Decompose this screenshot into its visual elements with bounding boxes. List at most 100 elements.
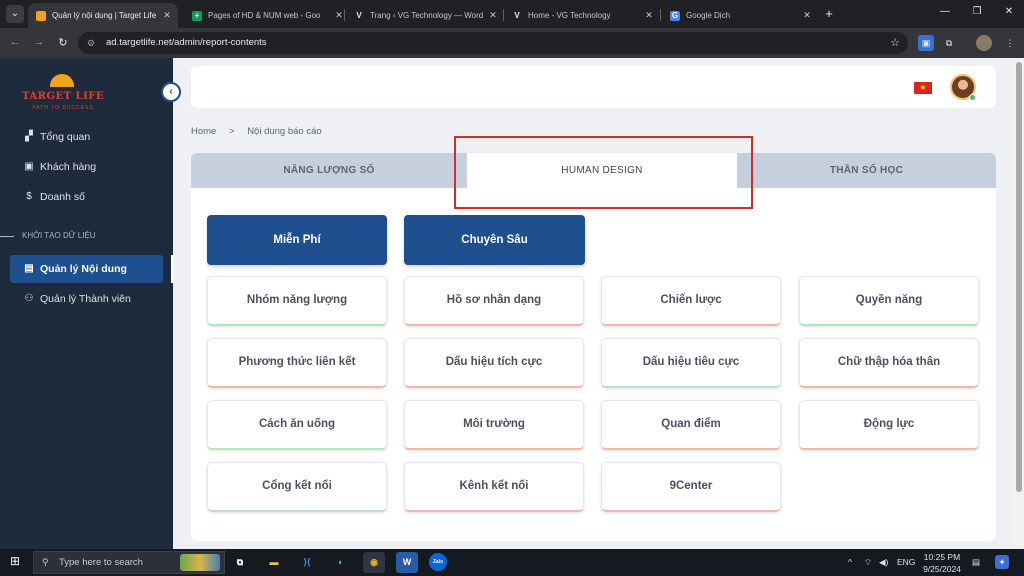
extension-translate-icon[interactable]: ▣ — [918, 35, 934, 51]
target-life-logo[interactable]: TARGET LIFE PATH TO SUCCESS — [20, 72, 106, 116]
task-view-icon[interactable]: ⧉ — [229, 552, 251, 573]
scrollbar-thumb[interactable] — [1016, 62, 1022, 492]
extensions-puzzle-icon[interactable]: ⧉ — [941, 35, 957, 51]
minimize-icon[interactable]: — — [938, 6, 952, 17]
clock-time: 10:25 PM — [923, 552, 961, 562]
target-life-icon — [36, 10, 46, 21]
forward-arrow-icon[interactable]: → — [32, 36, 46, 48]
file-explorer-icon[interactable]: ▬ — [263, 552, 285, 573]
sidebar-item-label: Tổng quan — [40, 131, 91, 143]
sidebar-collapse-chevron-icon[interactable]: ‹ — [161, 82, 181, 102]
sidebar-item-khach-hang[interactable]: ▣ Khách hàng — [10, 153, 163, 181]
volume-icon[interactable]: ◀) — [879, 557, 888, 568]
breadcrumb: Home > Nội dung báo cáo — [191, 126, 332, 137]
tab-title: Google Dịch — [686, 11, 731, 20]
browser-toolbar: ← → ↻ ⚙ ad.targetlife.net/admin/report-c… — [0, 28, 1024, 58]
taskbar-search-box[interactable]: ⚲ Type here to search — [33, 551, 225, 574]
tab-nang-luong-so[interactable]: NĂNG LƯỢNG SỐ — [191, 153, 467, 188]
tab-title: Home - VG Technology — [528, 11, 611, 20]
sidebar-item-quan-ly-noi-dung[interactable]: ▤ Quản lý Nội dung — [10, 255, 163, 283]
windows-start-icon[interactable]: ⊞ — [8, 554, 22, 568]
restore-icon[interactable]: ❐ — [970, 6, 984, 17]
close-icon[interactable]: ✕ — [486, 10, 500, 21]
sidebar-item-label: Khách hàng — [40, 161, 97, 173]
category-button[interactable]: 9Center — [601, 462, 781, 512]
document-icon: ▤ — [24, 263, 34, 274]
browser-menu-icon[interactable]: ⋮ — [1002, 35, 1018, 51]
dollar-icon: $ — [26, 191, 32, 202]
search-highlight-image — [180, 554, 220, 571]
site-info-icon[interactable]: ⚙ — [87, 38, 97, 48]
tab-separator — [660, 9, 661, 21]
content-panel: NĂNG LƯỢNG SỐ HUMAN DESIGN THẦN SỐ HỌC M… — [191, 153, 996, 541]
admin-app: TARGET LIFE PATH TO SUCCESS ▞ Tổng quan … — [0, 58, 1024, 549]
clock-date: 9/25/2024 — [923, 564, 961, 574]
sidebar-item-tong-quan[interactable]: ▞ Tổng quan — [10, 123, 163, 151]
logo-tagline: PATH TO SUCCESS — [32, 105, 94, 111]
word-icon[interactable]: W — [396, 552, 418, 573]
profile-avatar-icon[interactable] — [976, 35, 992, 51]
bookmark-star-icon[interactable]: ☆ — [890, 32, 900, 54]
vscode-icon[interactable]: ⟩⟨ — [296, 552, 318, 573]
tab-search-chevron-icon[interactable]: ⌄ — [6, 5, 24, 23]
reload-icon[interactable]: ↻ — [56, 36, 70, 49]
browser-tab-trang[interactable]: V Trang ‹ VG Technology — Word ✕ — [346, 3, 504, 28]
category-button[interactable]: Phương thức liên kết — [207, 338, 387, 388]
edge-icon[interactable]: ◐ — [330, 552, 352, 573]
system-clock[interactable]: 10:25 PM 9/25/2024 — [914, 551, 970, 575]
copilot-icon[interactable]: ✦ — [995, 555, 1009, 569]
tray-chevron-icon[interactable]: ^ — [848, 557, 852, 567]
category-button[interactable]: Chữ thập hóa thân — [799, 338, 979, 388]
tab-than-so-hoc[interactable]: THẦN SỐ HỌC — [737, 153, 996, 188]
vietnam-flag-icon[interactable] — [914, 82, 932, 94]
tab-title: Pages of HD & NUM web - Goo — [208, 11, 321, 20]
users-icon: ⚇ — [24, 293, 34, 304]
close-icon[interactable]: ✕ — [642, 10, 656, 21]
category-button[interactable]: Kênh kết nối — [404, 462, 584, 512]
category-button[interactable]: Nhóm năng lượng — [207, 276, 387, 326]
browser-tab-google-dich[interactable]: G Google Dịch ✕ — [662, 3, 818, 28]
browser-tab-home-vg[interactable]: V Home - VG Technology ✕ — [504, 3, 660, 28]
tab-separator — [344, 9, 345, 21]
network-icon[interactable]: ⌔ — [864, 557, 872, 568]
category-button[interactable]: Dấu hiệu tiêu cực — [601, 338, 781, 388]
category-button[interactable]: Quyền năng — [799, 276, 979, 326]
sidebar: TARGET LIFE PATH TO SUCCESS ▞ Tổng quan … — [0, 58, 173, 549]
category-button[interactable]: Cách ăn uống — [207, 400, 387, 450]
window-close-icon[interactable]: ✕ — [1002, 6, 1016, 17]
back-arrow-icon[interactable]: ← — [8, 36, 22, 48]
category-button[interactable]: Quan điểm — [601, 400, 781, 450]
taskbar-search-placeholder: Type here to search — [59, 557, 143, 568]
new-tab-plus-icon[interactable]: + — [822, 6, 836, 21]
close-icon[interactable]: ✕ — [800, 10, 814, 21]
browser-tab-pages[interactable]: + Pages of HD & NUM web - Goo ✕ — [184, 3, 350, 28]
page-scrollbar[interactable] — [1014, 58, 1024, 549]
category-button[interactable]: Hồ sơ nhân dạng — [404, 276, 584, 326]
category-button[interactable]: Động lực — [799, 400, 979, 450]
notification-icon[interactable]: ▤ — [972, 557, 980, 568]
category-button[interactable]: Môi trường — [404, 400, 584, 450]
category-button[interactable]: Cổng kết nối — [207, 462, 387, 512]
free-button[interactable]: Miễn Phí — [207, 215, 387, 265]
category-button[interactable]: Chiến lược — [601, 276, 781, 326]
zalo-icon[interactable]: Zalo — [429, 553, 447, 571]
language-indicator[interactable]: ENG — [897, 557, 915, 567]
online-status-dot — [969, 94, 976, 101]
chrome-icon[interactable]: ◉ — [363, 552, 385, 573]
sidebar-item-doanh-so[interactable]: $ Doanh số — [10, 183, 163, 211]
category-button[interactable]: Dấu hiệu tích cực — [404, 338, 584, 388]
translate-icon: G — [670, 10, 680, 21]
browser-tab-target-life[interactable]: Quản lý nội dung | Target Life ✕ — [28, 3, 178, 28]
breadcrumb-home-link[interactable]: Home — [191, 126, 216, 137]
address-bar[interactable]: ⚙ ad.targetlife.net/admin/report-content… — [78, 32, 908, 54]
tab-title: Quản lý nội dung | Target Life — [52, 11, 157, 20]
sheets-icon: + — [192, 10, 202, 21]
tab-title: Trang ‹ VG Technology — Word — [370, 11, 484, 20]
vg-icon: V — [356, 10, 362, 20]
sidebar-item-quan-ly-thanh-vien[interactable]: ⚇ Quản lý Thành viên — [10, 285, 163, 313]
contact-card-icon: ▣ — [24, 161, 34, 172]
close-icon[interactable]: ✕ — [160, 10, 174, 21]
dashboard-icon: ▞ — [25, 131, 33, 142]
breadcrumb-current: Nội dung báo cáo — [247, 126, 322, 137]
advanced-button[interactable]: Chuyên Sâu — [404, 215, 585, 265]
